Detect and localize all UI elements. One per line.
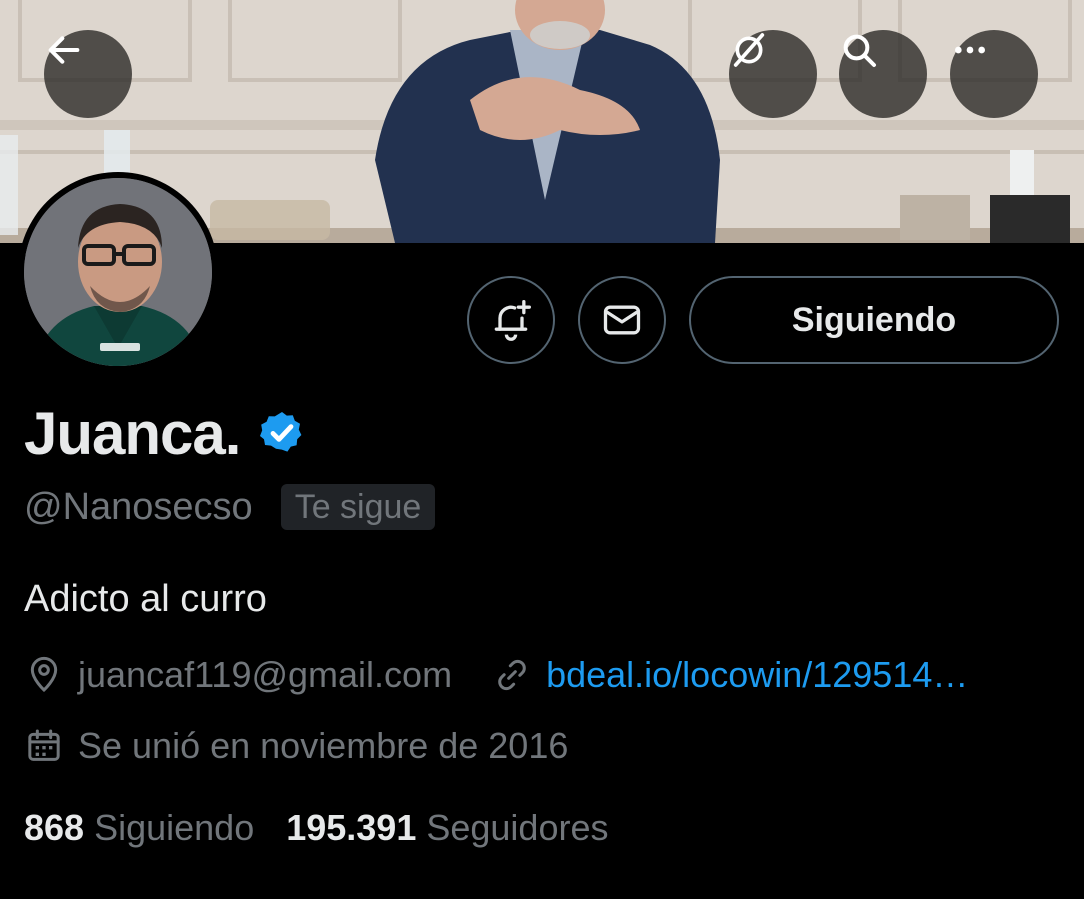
- profile-stats: 868 Siguiendo 195.391 Seguidores: [24, 805, 609, 851]
- profile-joined-date: Se unió en noviembre de 2016: [78, 725, 569, 766]
- profile-meta-location: juancaf119@gmail.com bdeal.io/locowin/12…: [24, 652, 968, 698]
- following-stat[interactable]: 868 Siguiendo: [24, 807, 254, 849]
- message-button[interactable]: [578, 276, 666, 364]
- followers-stat[interactable]: 195.391 Seguidores: [286, 807, 608, 849]
- profile-location: juancaf119@gmail.com: [78, 654, 453, 695]
- verified-badge-icon[interactable]: [258, 409, 306, 457]
- followers-label: Seguidores: [426, 807, 609, 848]
- notify-button[interactable]: [467, 276, 555, 364]
- profile-meta-joined: Se unió en noviembre de 2016: [24, 723, 568, 769]
- profile-bio: Adicto al curro: [24, 578, 267, 620]
- following-count: 868: [24, 807, 85, 848]
- following-button[interactable]: Siguiendo: [689, 276, 1059, 364]
- username-handle: @Nanosecso: [24, 485, 253, 528]
- mute-button[interactable]: [729, 30, 817, 118]
- followers-count: 195.391: [286, 807, 417, 848]
- profile-name-row: Juanca.: [24, 398, 306, 468]
- follows-you-badge: Te sigue: [280, 484, 436, 530]
- arrow-left-icon: [48, 36, 80, 64]
- mail-icon: [603, 305, 641, 335]
- more-button[interactable]: [950, 30, 1038, 118]
- display-name: Juanca.: [24, 399, 241, 467]
- following-label: Siguiendo: [94, 807, 255, 848]
- more-icon: [955, 46, 985, 54]
- calendar-icon: [28, 729, 60, 761]
- avatar[interactable]: [18, 172, 218, 372]
- profile-website-link[interactable]: bdeal.io/locowin/129514…: [546, 654, 968, 696]
- avatar-photo: [24, 178, 212, 366]
- search-icon: [843, 34, 876, 67]
- search-button[interactable]: [839, 30, 927, 118]
- back-button[interactable]: [44, 30, 132, 118]
- profile-page: Siguiendo Juanca. @Nanosecso Te sigue Ad…: [0, 0, 1084, 899]
- handle-row: @Nanosecso Te sigue: [24, 484, 436, 530]
- location-pin-icon: [30, 656, 58, 693]
- mute-icon: [733, 33, 765, 67]
- bell-plus-icon: [494, 300, 531, 341]
- link-icon: [498, 659, 526, 691]
